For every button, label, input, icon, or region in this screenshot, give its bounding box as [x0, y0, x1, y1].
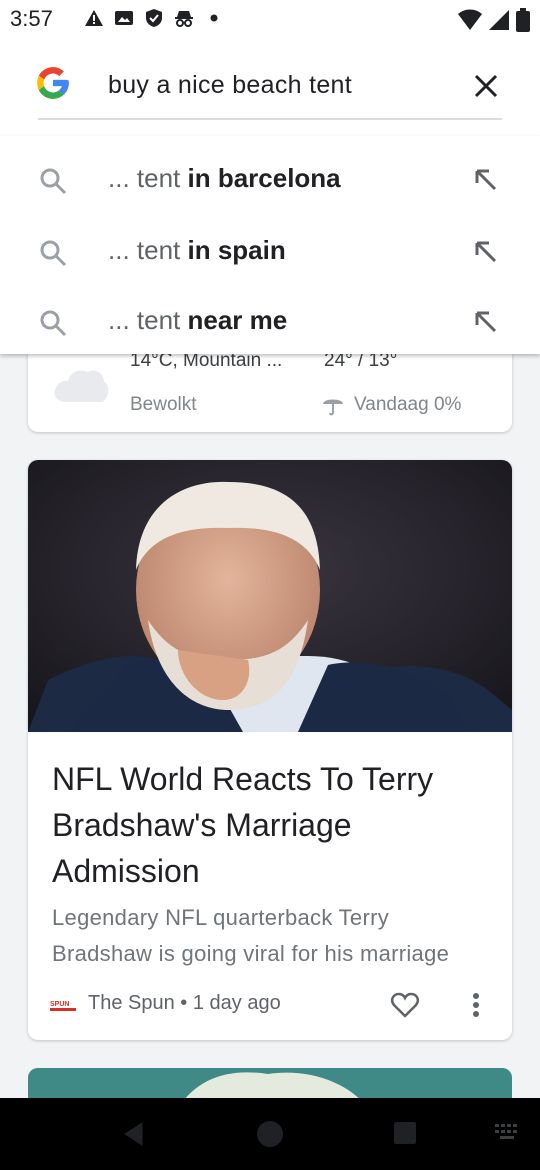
clear-search-button[interactable] [466, 66, 506, 106]
fill-query-arrow-icon[interactable] [470, 306, 500, 336]
status-system-icons [458, 8, 530, 32]
news-snippet: Legendary NFL quarterback Terry Bradshaw… [52, 900, 492, 972]
news-card[interactable]: NFL World Reacts To Terry Bradshaw's Mar… [28, 460, 512, 1040]
suggestion-prefix: ... tent [108, 163, 181, 193]
suggestion-list: ... tent in barcelona ... tent in spain … [0, 136, 540, 354]
navigation-bar [0, 1098, 540, 1170]
search-bar: buy a nice beach tent [0, 40, 540, 136]
back-icon[interactable] [120, 1120, 148, 1148]
search-icon [40, 168, 67, 195]
suggestion-item[interactable]: ... tent in barcelona [0, 140, 540, 212]
weather-rain-chance: Vandaag 0% [354, 394, 462, 415]
suggestion-text: ... tent near me [108, 302, 287, 338]
weather-condition: Bewolkt [130, 394, 197, 415]
svg-text:SPUN: SPUN [50, 1001, 69, 1008]
google-logo-icon [37, 67, 69, 99]
signal-icon [489, 10, 509, 30]
news-title[interactable]: NFL World Reacts To Terry Bradshaw's Mar… [52, 756, 492, 894]
suggestion-item[interactable]: ... tent near me [0, 282, 540, 354]
suggestion-prefix: ... tent [108, 235, 181, 265]
search-input[interactable]: buy a nice beach tent [108, 66, 448, 104]
dot-icon [210, 14, 218, 22]
suggestion-prefix: ... tent [108, 305, 181, 335]
more-options-icon[interactable] [466, 990, 486, 1020]
suggestion-completion: in barcelona [180, 163, 341, 193]
recents-icon[interactable] [392, 1120, 418, 1146]
news-source-meta: The Spun • 1 day ago [88, 992, 281, 1014]
shield-icon [146, 9, 162, 27]
status-time: 3:57 [10, 6, 53, 31]
suggestion-completion: in spain [180, 235, 286, 265]
suggestion-text: ... tent in barcelona [108, 160, 341, 196]
status-bar: 3:57 [0, 0, 540, 40]
source-logo: SPUN [50, 998, 76, 1012]
search-icon [40, 240, 67, 267]
news-snippet-line: Legendary NFL quarterback Terry [52, 905, 390, 930]
close-icon [474, 74, 498, 98]
fill-query-arrow-icon[interactable] [470, 236, 500, 266]
alert-icon [85, 10, 103, 26]
wifi-icon [458, 9, 482, 30]
battery-icon [516, 8, 530, 32]
umbrella-icon [323, 399, 343, 416]
news-image[interactable] [28, 460, 512, 732]
search-icon [40, 310, 67, 337]
news-snippet-line: Bradshaw is going viral for his marriage [52, 941, 450, 966]
incognito-icon [175, 11, 193, 27]
status-notification-icons [84, 8, 224, 28]
suggestion-item[interactable]: ... tent in spain [0, 212, 540, 284]
fill-query-arrow-icon[interactable] [470, 164, 500, 194]
home-icon[interactable] [254, 1118, 286, 1150]
heart-icon[interactable] [390, 990, 420, 1020]
cloud-icon [54, 370, 109, 402]
keyboard-icon[interactable] [494, 1122, 522, 1144]
search-underline [38, 118, 502, 120]
suggestion-completion: near me [180, 305, 288, 335]
gallery-icon [115, 11, 133, 25]
suggestion-text: ... tent in spain [108, 232, 286, 268]
